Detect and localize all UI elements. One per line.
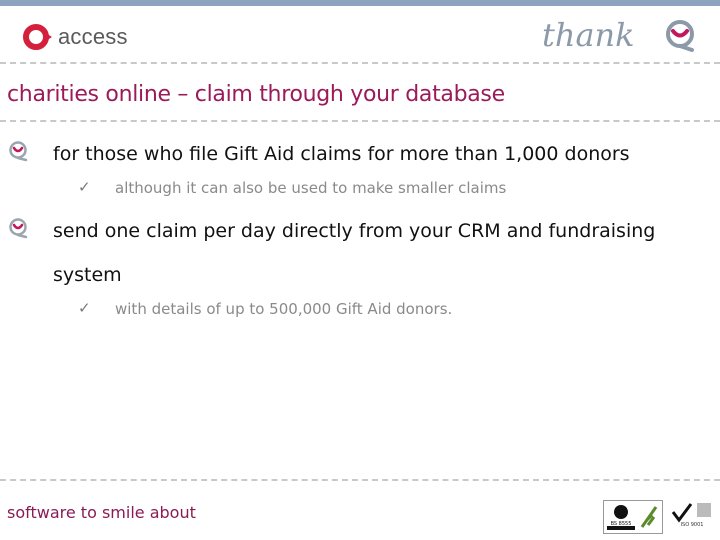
svg-text:ISO 9001: ISO 9001 <box>681 522 704 528</box>
thankq-bullet-icon <box>9 141 28 162</box>
header-divider <box>0 62 720 64</box>
footer-tagline: software to smile about <box>7 503 196 522</box>
thankq-q-icon <box>666 20 694 52</box>
check-icon: ✓ <box>78 300 91 317</box>
sub-bullet-text: with details of up to 500,000 Gift Aid d… <box>115 300 453 318</box>
thankq-bullet-icon <box>9 218 28 239</box>
thankq-logo: thank <box>540 14 700 59</box>
thankq-logo-text: thank <box>542 16 635 54</box>
bullet-text-continued: system <box>53 264 122 286</box>
bsi-badge: BS 8555 <box>603 500 663 534</box>
bullet-text: send one claim per day directly from you… <box>53 220 656 242</box>
certification-badges: BS 8555 ISO 9001 <box>603 500 715 534</box>
access-logo-text: access <box>58 24 128 49</box>
footer-divider <box>0 479 720 481</box>
check-icon: ✓ <box>78 179 91 196</box>
access-logo-icon <box>23 24 52 50</box>
top-bar <box>0 0 720 6</box>
page-title: charities online – claim through your da… <box>7 82 505 107</box>
bullet-text: for those who file Gift Aid claims for m… <box>53 143 630 165</box>
access-logo: access <box>22 22 128 52</box>
iso-badge: ISO 9001 <box>669 500 715 532</box>
title-divider <box>0 120 720 122</box>
sub-bullet-text: although it can also be used to make sma… <box>115 179 507 197</box>
